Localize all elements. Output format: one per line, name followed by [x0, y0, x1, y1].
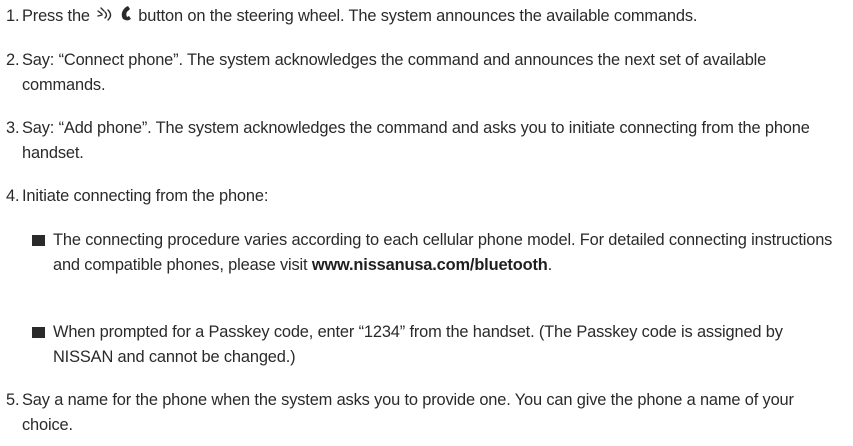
step-text: Say: “Connect phone”. The system acknowl… — [22, 51, 767, 94]
bullet-suffix: . — [547, 256, 553, 274]
step-number: 5. — [6, 391, 20, 409]
step-text-after-icon: button on the steering wheel. The system… — [138, 7, 698, 25]
step-text: Initiate connecting from the phone: — [22, 187, 269, 205]
instructions-document: 1. Press the button on the steering whee… — [0, 0, 853, 446]
step-number: 4. — [6, 187, 20, 205]
bullet-item: The connecting procedure varies accordin… — [32, 228, 833, 278]
step-5: 5. Say a name for the phone when the sys… — [6, 388, 849, 438]
voice-phone-steering-button-icon — [95, 4, 137, 32]
step-1: 1. Press the button on the steering whee… — [6, 4, 849, 32]
step-number: 2. — [6, 51, 20, 69]
bluetooth-url-link[interactable]: www.nissanusa.com/bluetooth — [312, 256, 548, 274]
step-text: Say a name for the phone when the system… — [22, 391, 794, 434]
step-3: 3. Say: “Add phone”. The system acknowle… — [6, 116, 849, 166]
bullet-text: When prompted for a Passkey code, enter … — [53, 323, 783, 366]
step-number: 3. — [6, 119, 20, 137]
step-text-before-icon: Press the — [22, 7, 90, 25]
step-text: Say: “Add phone”. The system acknowledge… — [22, 119, 810, 162]
step-4: 4. Initiate connecting from the phone: — [6, 184, 849, 209]
step-2: 2. Say: “Connect phone”. The system ackn… — [6, 48, 849, 98]
bullet-item: When prompted for a Passkey code, enter … — [32, 320, 833, 370]
square-bullet-icon — [32, 327, 45, 338]
square-bullet-icon — [32, 235, 45, 246]
step-number: 1. — [6, 7, 20, 25]
